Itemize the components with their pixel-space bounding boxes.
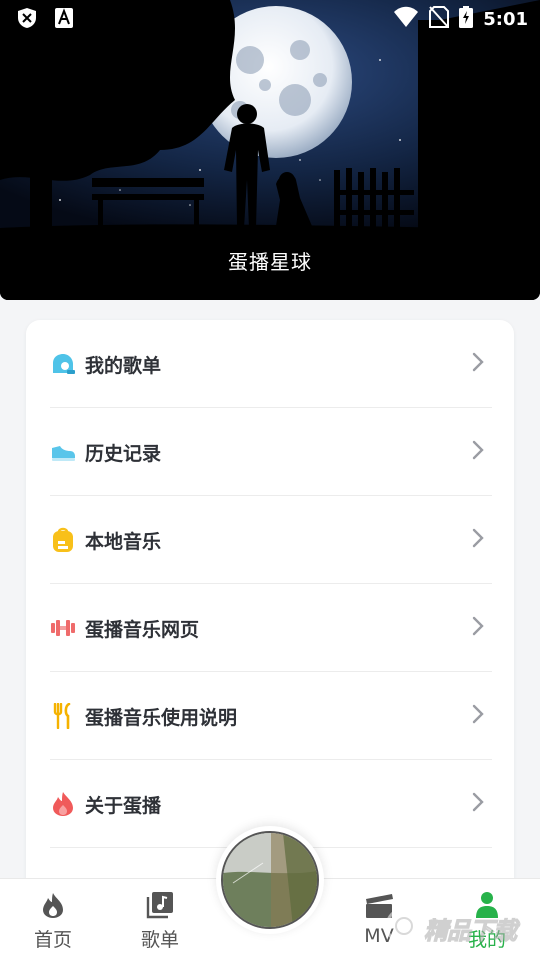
watermark: 精品下载 — [384, 906, 518, 950]
backpack-icon — [50, 527, 76, 553]
menu-item-label: 历史记录 — [85, 442, 162, 465]
wifi-icon — [393, 6, 419, 32]
menu-item-label: 关于蛋播 — [85, 794, 162, 817]
music-album-icon — [146, 892, 174, 923]
no-sim-icon — [429, 6, 450, 32]
menu-item-label: 我的歌单 — [85, 354, 162, 377]
menu-item-label: 蛋播音乐使用说明 — [85, 706, 238, 729]
utensils-icon — [50, 703, 76, 729]
watermark-logo-icon — [384, 906, 424, 950]
menu-item-my-playlist[interactable]: 我的歌单 — [50, 320, 492, 408]
chevron-right-icon — [472, 792, 484, 816]
menu-item-label: 本地音乐 — [85, 530, 162, 553]
nav-tab-playlist[interactable]: 歌单 — [115, 891, 205, 952]
now-playing-disc-button[interactable] — [216, 826, 324, 934]
chevron-right-icon — [472, 352, 484, 376]
menu-item-local-music[interactable]: 本地音乐 — [50, 496, 492, 584]
cloud-icon — [50, 351, 76, 377]
status-bar: 5:01 — [0, 0, 540, 38]
flame-icon — [40, 893, 66, 923]
chevron-right-icon — [472, 440, 484, 464]
menu-item-history[interactable]: 历史记录 — [50, 408, 492, 496]
battery-charging-icon — [459, 6, 474, 32]
profile-header: 5:01 蛋播星球 — [0, 0, 540, 300]
shoe-icon — [50, 439, 76, 465]
status-time: 5:01 — [483, 8, 528, 30]
menu-item-label: 蛋播音乐网页 — [85, 618, 200, 641]
flame-icon — [50, 791, 76, 817]
nav-tab-label: 歌单 — [140, 929, 179, 951]
chevron-right-icon — [472, 528, 484, 552]
profile-title: 蛋播星球 — [228, 250, 312, 274]
chevron-right-icon — [472, 616, 484, 640]
font-a-icon — [54, 7, 74, 33]
menu-item-manual[interactable]: 蛋播音乐使用说明 — [50, 672, 492, 760]
watermark-text: 精品下载 — [424, 916, 518, 945]
chevron-right-icon — [472, 704, 484, 728]
nav-tab-home[interactable]: 首页 — [8, 891, 98, 952]
security-shield-icon — [16, 7, 38, 33]
album-cover — [221, 831, 319, 929]
nav-tab-label: 首页 — [33, 929, 72, 951]
menu-item-web[interactable]: 蛋播音乐网页 — [50, 584, 492, 672]
dumbbell-icon — [50, 615, 76, 641]
